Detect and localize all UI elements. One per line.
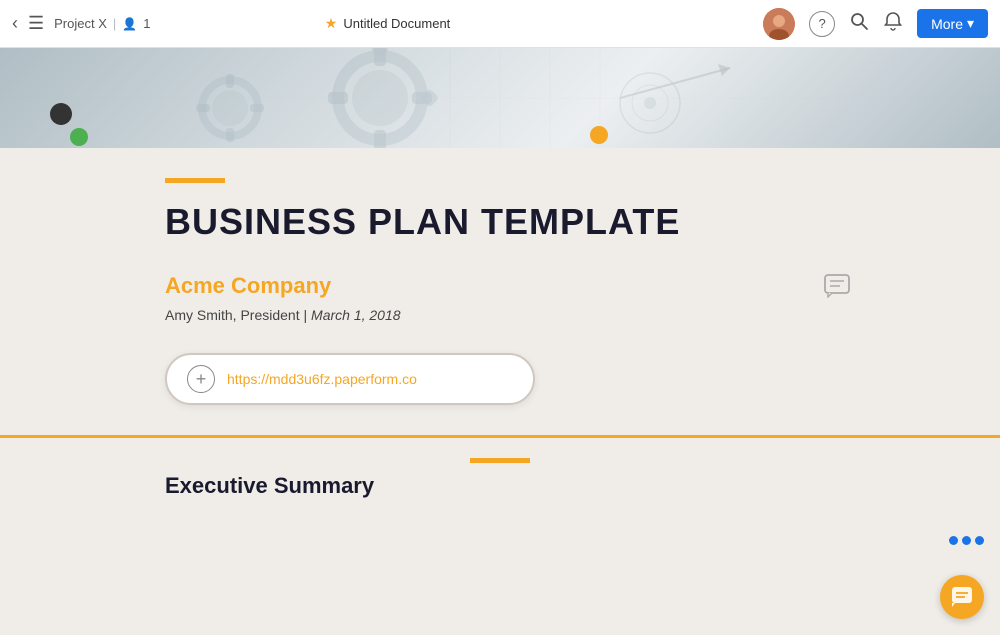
company-name: Acme Company: [165, 273, 835, 299]
users-icon: 👤: [122, 17, 137, 31]
document-title: BUSINESS PLAN TEMPLATE: [165, 201, 835, 243]
more-button[interactable]: More ▾: [917, 9, 988, 38]
comment-icon[interactable]: [819, 268, 855, 304]
document-date: March 1, 2018: [311, 307, 401, 323]
bottom-section: Executive Summary: [125, 438, 875, 519]
page-dot-2[interactable]: [962, 536, 971, 545]
user-count: 1: [143, 16, 150, 31]
back-icon[interactable]: ‹: [12, 13, 18, 34]
accent-bar: [165, 178, 225, 183]
banner: [0, 48, 1000, 148]
doc-title: Untitled Document: [343, 16, 450, 31]
author-line: Amy Smith, President | March 1, 2018: [165, 307, 835, 323]
date-separator: |: [304, 307, 312, 323]
nav-left: ‹ ☰ Project X | 👤 1: [12, 13, 325, 34]
top-nav: ‹ ☰ Project X | 👤 1 ★ Untitled Document …: [0, 0, 1000, 48]
avatar[interactable]: [763, 8, 795, 40]
bell-icon[interactable]: [883, 11, 903, 36]
doc-info: ★ Untitled Document: [325, 15, 451, 32]
project-name[interactable]: Project X: [54, 16, 107, 31]
page-dot-3[interactable]: [975, 536, 984, 545]
menu-icon[interactable]: ☰: [28, 13, 44, 34]
embed-widget: + https://mdd3u6fz.paperform.co: [165, 353, 535, 405]
chat-button[interactable]: [940, 575, 984, 619]
star-icon[interactable]: ★: [325, 15, 338, 32]
breadcrumb: Project X | 👤 1: [54, 16, 150, 31]
help-icon[interactable]: ?: [809, 11, 835, 37]
section-accent-bar: [470, 458, 530, 463]
page-dot-1[interactable]: [949, 536, 958, 545]
nav-right: ? More ▾: [763, 8, 988, 40]
embed-url[interactable]: https://mdd3u6fz.paperform.co: [227, 371, 417, 387]
dot-green: [70, 128, 88, 146]
search-icon[interactable]: [849, 11, 869, 36]
comment-icon-container: [819, 268, 855, 304]
section-title-partial: Executive Summary: [165, 473, 835, 499]
page-body: BUSINESS PLAN TEMPLATE Acme Company Amy …: [125, 148, 875, 425]
dot-orange: [590, 126, 608, 144]
author-name: Amy Smith, President: [165, 307, 300, 323]
content-area: BUSINESS PLAN TEMPLATE Acme Company Amy …: [0, 148, 1000, 519]
breadcrumb-separator: |: [113, 16, 116, 31]
embed-plus-icon[interactable]: +: [187, 365, 215, 393]
page-dots: [949, 536, 984, 545]
dot-dark: [50, 103, 72, 125]
